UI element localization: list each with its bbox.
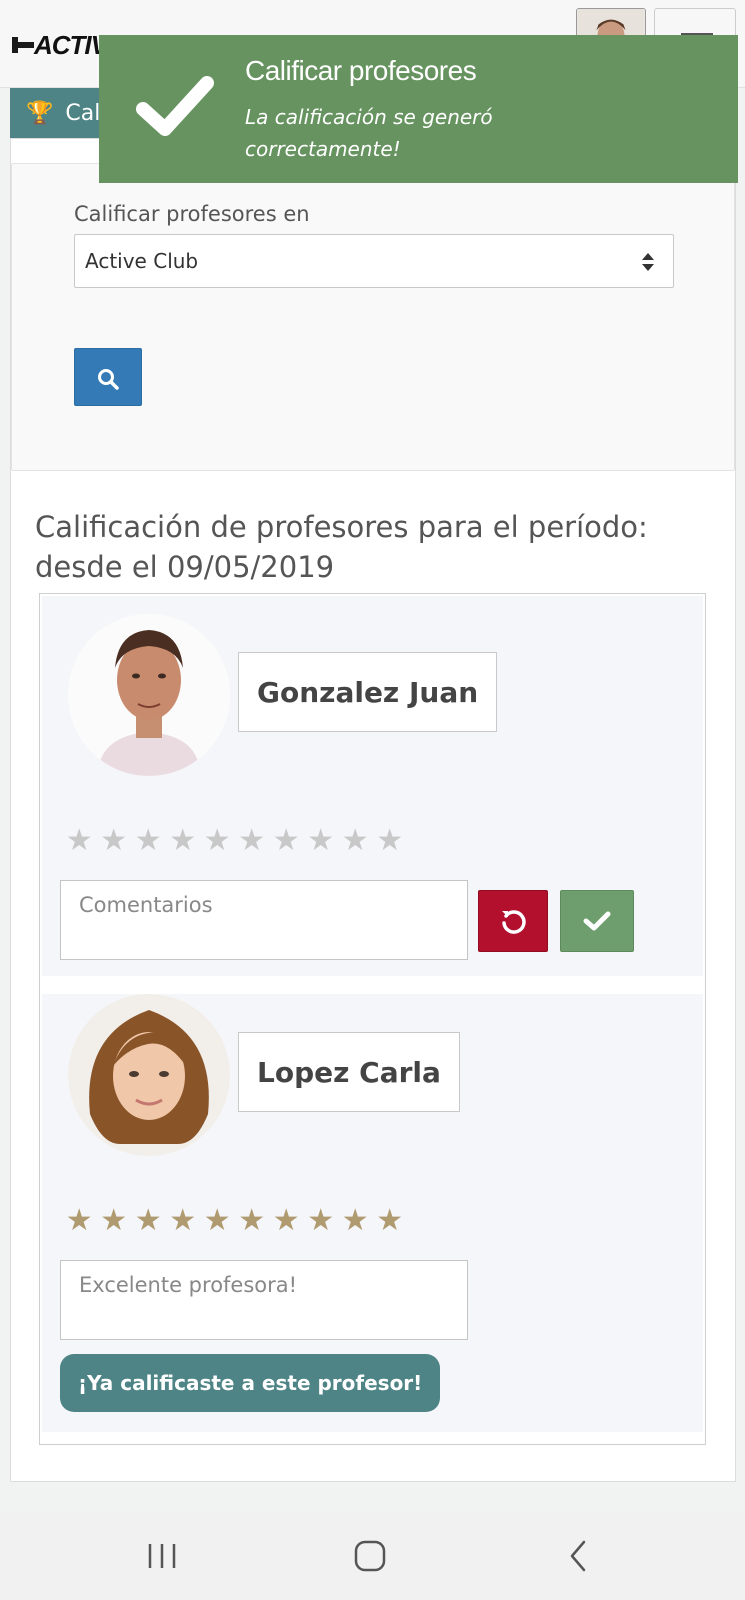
teacher-list: Gonzalez Juan ★ ★ ★ ★ ★ ★ ★ ★ ★ ★ Coment… (39, 593, 706, 1445)
teacher-card: Lopez Carla ★ ★ ★ ★ ★ ★ ★ ★ ★ ★ Excelent… (42, 994, 703, 1432)
select-arrows-icon (642, 253, 654, 271)
star-icon: ★ (169, 1203, 197, 1238)
teacher-photo (68, 614, 230, 776)
search-icon (98, 369, 119, 390)
main-card: Calificar profesores en Active Club Cali… (10, 138, 736, 1482)
page-header: 🏆 Calificar profesores (10, 88, 278, 138)
period-heading: Calificación de profesores para el perío… (35, 510, 648, 584)
home-icon (354, 1540, 386, 1572)
recent-apps-icon (148, 1544, 176, 1568)
location-select-value: Active Club (85, 249, 199, 273)
back-button[interactable] (548, 1532, 608, 1580)
star-icon: ★ (203, 1203, 231, 1238)
comment-value: Excelente profesora! (79, 1273, 298, 1297)
recent-apps-button[interactable] (132, 1532, 192, 1580)
comment-field[interactable]: Comentarios (60, 880, 468, 960)
star-icon[interactable]: ★ (373, 824, 408, 858)
star-icon: ★ (238, 1203, 266, 1238)
check-icon (583, 911, 611, 931)
star-icon: ★ (65, 1203, 93, 1238)
star-icon: ★ (376, 1203, 404, 1238)
logo-icon (12, 35, 34, 55)
submit-rating-button[interactable] (560, 890, 634, 952)
system-nav-bar (0, 1512, 745, 1600)
toast-message: La calificación se generó correctamente! (245, 105, 493, 161)
home-button[interactable] (340, 1532, 400, 1580)
search-panel: Calificar profesores en Active Club (11, 163, 735, 471)
trophy-icon: 🏆 (26, 100, 54, 126)
success-toast[interactable]: Calificar profesores La calificación se … (99, 35, 738, 183)
check-icon (136, 76, 214, 136)
star-icon: ★ (341, 1203, 369, 1238)
reset-button[interactable] (478, 890, 548, 952)
location-label: Calificar profesores en (74, 202, 310, 226)
location-select[interactable]: Active Club (74, 234, 674, 288)
star-icon[interactable]: ★ (235, 824, 270, 858)
teacher-card: Gonzalez Juan ★ ★ ★ ★ ★ ★ ★ ★ ★ ★ Coment… (42, 596, 703, 976)
star-icon: ★ (272, 1203, 300, 1238)
teacher-name: Lopez Carla (238, 1032, 460, 1112)
reset-icon (502, 910, 526, 934)
search-button[interactable] (74, 348, 142, 406)
star-icon: ★ (307, 1203, 335, 1238)
comment-field: Excelente profesora! (60, 1260, 468, 1340)
star-icon[interactable]: ★ (166, 824, 201, 858)
star-icon[interactable]: ★ (62, 824, 97, 858)
teacher-name: Gonzalez Juan (238, 652, 498, 732)
star-icon[interactable]: ★ (97, 824, 132, 858)
star-icon: ★ (134, 1203, 162, 1238)
teacher-photo (68, 994, 230, 1156)
star-icon[interactable]: ★ (269, 824, 304, 858)
already-rated-badge: ¡Ya calificaste a este profesor! (60, 1354, 441, 1412)
back-icon (570, 1540, 586, 1572)
comment-placeholder: Comentarios (79, 893, 213, 917)
star-icon[interactable]: ★ (338, 824, 373, 858)
star-rating[interactable]: ★ ★ ★ ★ ★ ★ ★ ★ ★ ★ (62, 824, 407, 858)
star-icon[interactable]: ★ (304, 824, 339, 858)
star-icon: ★ (100, 1203, 128, 1238)
toast-title: Calificar profesores (245, 55, 477, 86)
star-rating: ★ ★ ★ ★ ★ ★ ★ ★ ★ ★ (62, 1204, 407, 1238)
star-icon[interactable]: ★ (200, 824, 235, 858)
star-icon[interactable]: ★ (131, 824, 166, 858)
